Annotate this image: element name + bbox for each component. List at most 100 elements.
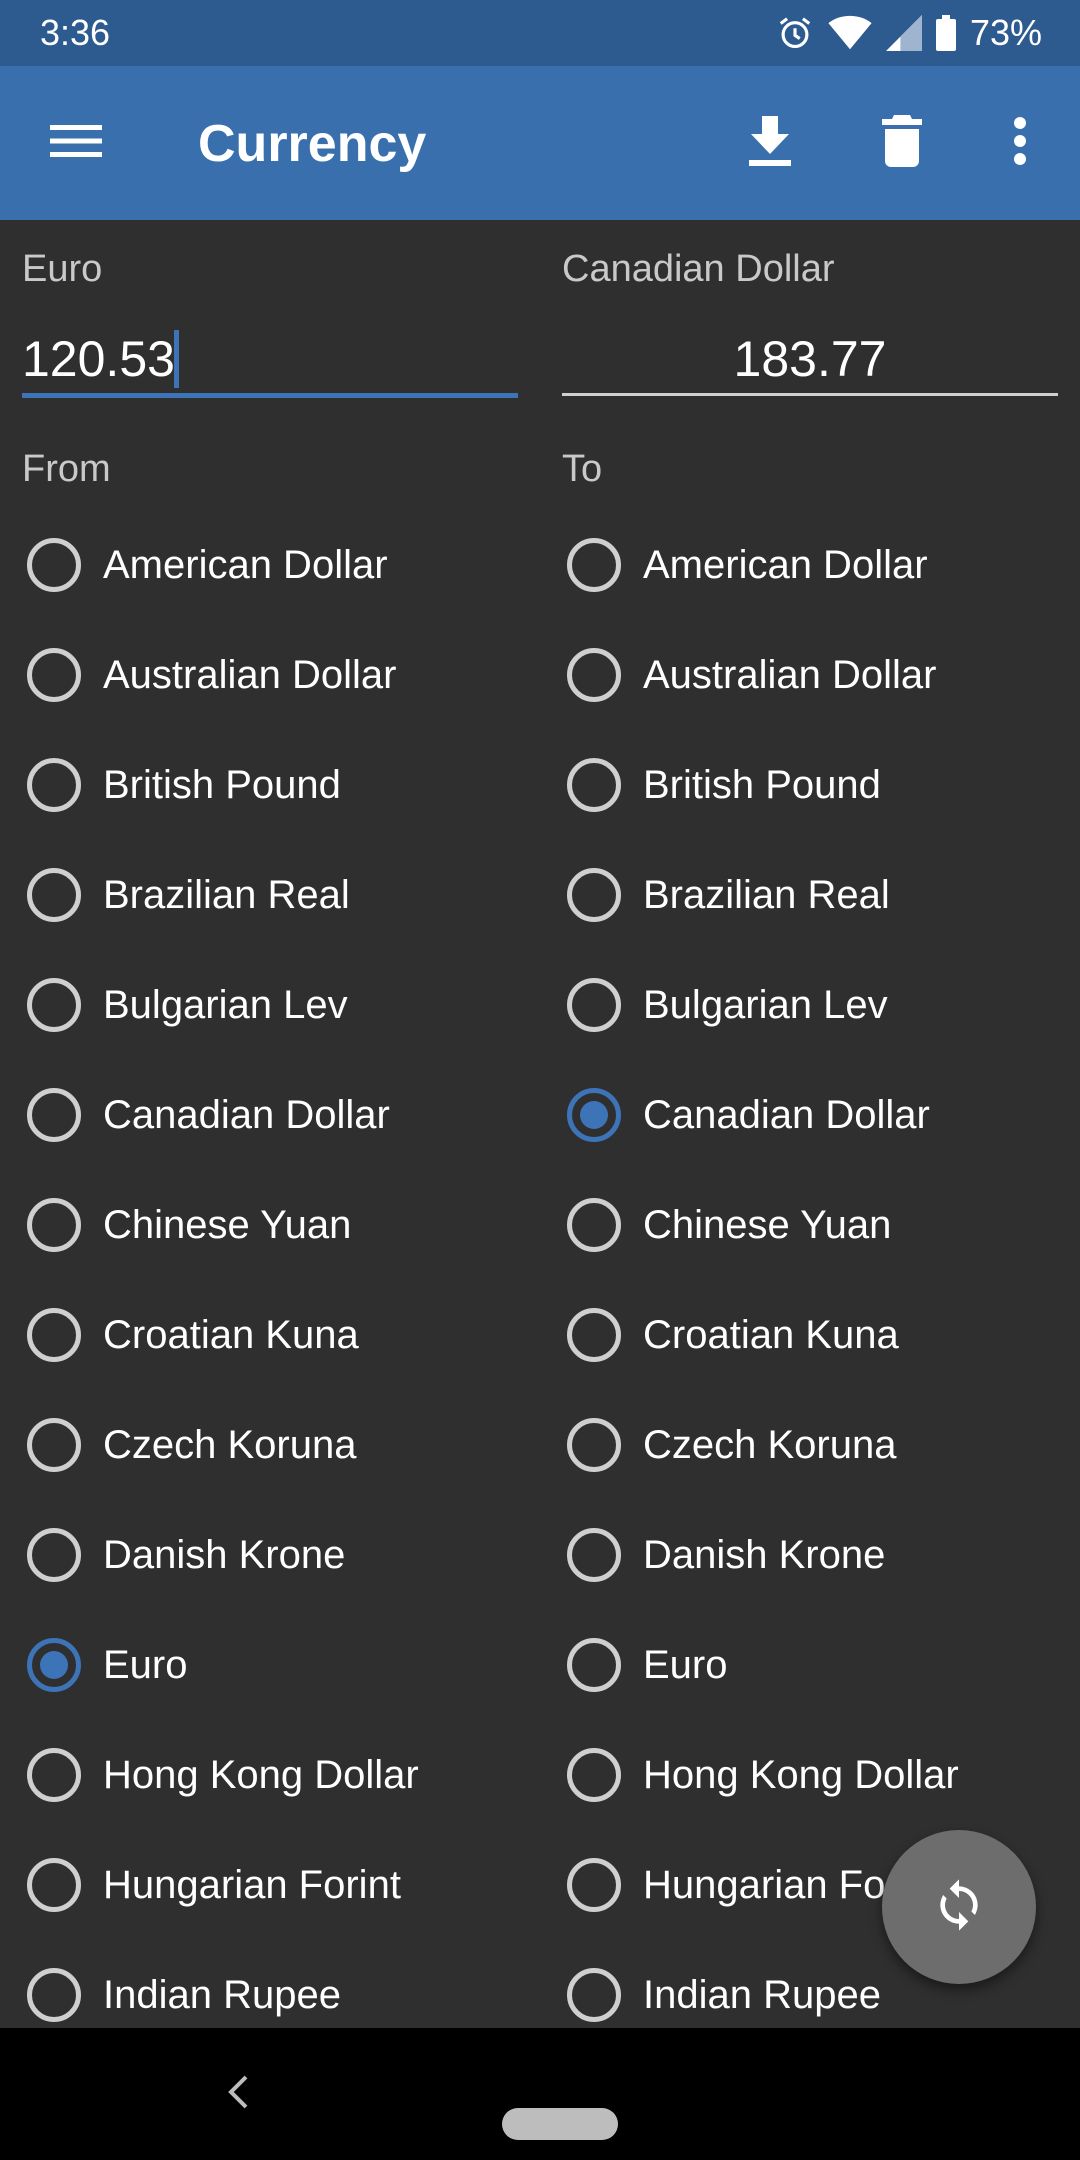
to-currency-radio-item[interactable]: Czech Koruna bbox=[540, 1390, 1080, 1500]
to-currency-radio-item[interactable]: British Pound bbox=[540, 730, 1080, 840]
from-currency-radio-item[interactable]: Chinese Yuan bbox=[0, 1170, 540, 1280]
from-currency-radio-label: Bulgarian Lev bbox=[103, 982, 348, 1027]
to-currency-radio-item[interactable]: Croatian Kuna bbox=[540, 1280, 1080, 1390]
home-pill-button[interactable] bbox=[502, 2108, 618, 2140]
radio-unchecked-icon[interactable] bbox=[27, 648, 81, 702]
radio-unchecked-icon[interactable] bbox=[27, 538, 81, 592]
to-currency-list: American Dollar Australian Dollar British … bbox=[540, 510, 1080, 2050]
from-currency-radio-label: Australian Dollar bbox=[103, 652, 397, 697]
download-button[interactable] bbox=[730, 66, 810, 220]
from-currency-radio-label: Danish Krone bbox=[103, 1532, 346, 1577]
from-currency-radio-item[interactable]: Hong Kong Dollar bbox=[0, 1720, 540, 1830]
navigation-bar bbox=[0, 2028, 1080, 2160]
radio-unchecked-icon[interactable] bbox=[567, 538, 621, 592]
to-currency-radio-item[interactable]: Canadian Dollar bbox=[540, 1060, 1080, 1170]
swap-refresh-button[interactable] bbox=[882, 1830, 1036, 1984]
from-currency-radio-label: Hong Kong Dollar bbox=[103, 1752, 419, 1797]
from-amount-underline bbox=[22, 393, 518, 398]
from-currency-radio-item[interactable]: Danish Krone bbox=[0, 1500, 540, 1610]
radio-checked-icon[interactable] bbox=[567, 1088, 621, 1142]
radio-unchecked-icon[interactable] bbox=[27, 1858, 81, 1912]
to-currency-label: Canadian Dollar bbox=[562, 248, 835, 290]
radio-unchecked-icon[interactable] bbox=[27, 1528, 81, 1582]
to-currency-radio-item[interactable]: Danish Krone bbox=[540, 1500, 1080, 1610]
to-currency-radio-label: American Dollar bbox=[643, 542, 928, 587]
from-currency-radio-label: Czech Koruna bbox=[103, 1422, 357, 1467]
status-time: 3:36 bbox=[40, 12, 111, 53]
radio-unchecked-icon[interactable] bbox=[567, 758, 621, 812]
from-currency-list: American Dollar Australian Dollar British … bbox=[0, 510, 540, 2050]
menu-icon bbox=[50, 123, 102, 164]
to-amount-field[interactable]: 183.77 bbox=[562, 330, 1058, 388]
back-button[interactable] bbox=[218, 2064, 258, 2124]
radio-unchecked-icon[interactable] bbox=[27, 1308, 81, 1362]
radio-unchecked-icon[interactable] bbox=[567, 1198, 621, 1252]
signal-icon bbox=[885, 15, 922, 51]
from-currency-radio-item[interactable]: Czech Koruna bbox=[0, 1390, 540, 1500]
radio-unchecked-icon[interactable] bbox=[567, 1968, 621, 2022]
to-currency-radio-item[interactable]: American Dollar bbox=[540, 510, 1080, 620]
to-currency-radio-label: Czech Koruna bbox=[643, 1422, 897, 1467]
radio-unchecked-icon[interactable] bbox=[567, 1858, 621, 1912]
radio-unchecked-icon[interactable] bbox=[567, 1748, 621, 1802]
menu-button[interactable] bbox=[40, 66, 112, 220]
from-currency-radio-item[interactable]: Bulgarian Lev bbox=[0, 950, 540, 1060]
to-currency-radio-item[interactable]: Euro bbox=[540, 1610, 1080, 1720]
from-currency-radio-label: Canadian Dollar bbox=[103, 1092, 390, 1137]
status-bar: 3:36 73% bbox=[0, 0, 1080, 66]
battery-percentage: 73% bbox=[969, 12, 1042, 53]
radio-unchecked-icon[interactable] bbox=[27, 758, 81, 812]
from-currency-radio-item[interactable]: Canadian Dollar bbox=[0, 1060, 540, 1170]
from-currency-radio-item[interactable]: British Pound bbox=[0, 730, 540, 840]
from-currency-radio-item[interactable]: Croatian Kuna bbox=[0, 1280, 540, 1390]
to-currency-radio-label: Indian Rupee bbox=[643, 1972, 881, 2017]
to-currency-radio-item[interactable]: Hong Kong Dollar bbox=[540, 1720, 1080, 1830]
status-icons: 73% bbox=[776, 10, 1042, 56]
to-currency-radio-item[interactable]: Brazilian Real bbox=[540, 840, 1080, 950]
from-currency-radio-label: Brazilian Real bbox=[103, 872, 350, 917]
from-currency-radio-item[interactable]: Euro bbox=[0, 1610, 540, 1720]
radio-unchecked-icon[interactable] bbox=[27, 978, 81, 1032]
radio-unchecked-icon[interactable] bbox=[27, 868, 81, 922]
radio-unchecked-icon[interactable] bbox=[27, 1968, 81, 2022]
to-currency-radio-item[interactable]: Chinese Yuan bbox=[540, 1170, 1080, 1280]
radio-unchecked-icon[interactable] bbox=[567, 1418, 621, 1472]
to-currency-radio-item[interactable]: Bulgarian Lev bbox=[540, 950, 1080, 1060]
back-chevron-icon bbox=[228, 2075, 248, 2114]
radio-unchecked-icon[interactable] bbox=[27, 1088, 81, 1142]
radio-unchecked-icon[interactable] bbox=[567, 648, 621, 702]
radio-unchecked-icon[interactable] bbox=[567, 1308, 621, 1362]
battery-icon bbox=[935, 15, 956, 51]
from-section-label: From bbox=[22, 448, 111, 490]
from-amount-input[interactable]: 120.53 bbox=[22, 330, 175, 388]
to-currency-radio-label: British Pound bbox=[643, 762, 881, 807]
to-currency-radio-item[interactable]: Australian Dollar bbox=[540, 620, 1080, 730]
to-section-label: To bbox=[562, 448, 603, 490]
radio-unchecked-icon[interactable] bbox=[27, 1418, 81, 1472]
radio-unchecked-icon[interactable] bbox=[567, 1638, 621, 1692]
from-currency-radio-item[interactable]: Australian Dollar bbox=[0, 620, 540, 730]
from-currency-radio-label: British Pound bbox=[103, 762, 341, 807]
app-title: Currency bbox=[198, 115, 427, 173]
from-currency-radio-item[interactable]: Brazilian Real bbox=[0, 840, 540, 950]
to-currency-radio-label: Chinese Yuan bbox=[643, 1202, 892, 1247]
more-options-button[interactable] bbox=[990, 66, 1050, 220]
to-currency-radio-label: Brazilian Real bbox=[643, 872, 890, 917]
from-currency-radio-item[interactable]: American Dollar bbox=[0, 510, 540, 620]
delete-button[interactable] bbox=[862, 66, 942, 220]
radio-unchecked-icon[interactable] bbox=[27, 1748, 81, 1802]
radio-unchecked-icon[interactable] bbox=[567, 1528, 621, 1582]
to-currency-radio-label: Danish Krone bbox=[643, 1532, 886, 1577]
to-currency-radio-label: Australian Dollar bbox=[643, 652, 937, 697]
radio-unchecked-icon[interactable] bbox=[567, 868, 621, 922]
radio-checked-icon[interactable] bbox=[27, 1638, 81, 1692]
alarm-icon bbox=[776, 14, 814, 52]
from-currency-radio-item[interactable]: Hungarian Forint bbox=[0, 1830, 540, 1940]
download-icon bbox=[747, 115, 793, 171]
wifi-icon bbox=[828, 15, 872, 51]
radio-unchecked-icon[interactable] bbox=[27, 1198, 81, 1252]
delete-icon bbox=[882, 114, 922, 172]
radio-unchecked-icon[interactable] bbox=[567, 978, 621, 1032]
text-cursor bbox=[174, 330, 179, 388]
from-currency-radio-label: Croatian Kuna bbox=[103, 1312, 359, 1357]
